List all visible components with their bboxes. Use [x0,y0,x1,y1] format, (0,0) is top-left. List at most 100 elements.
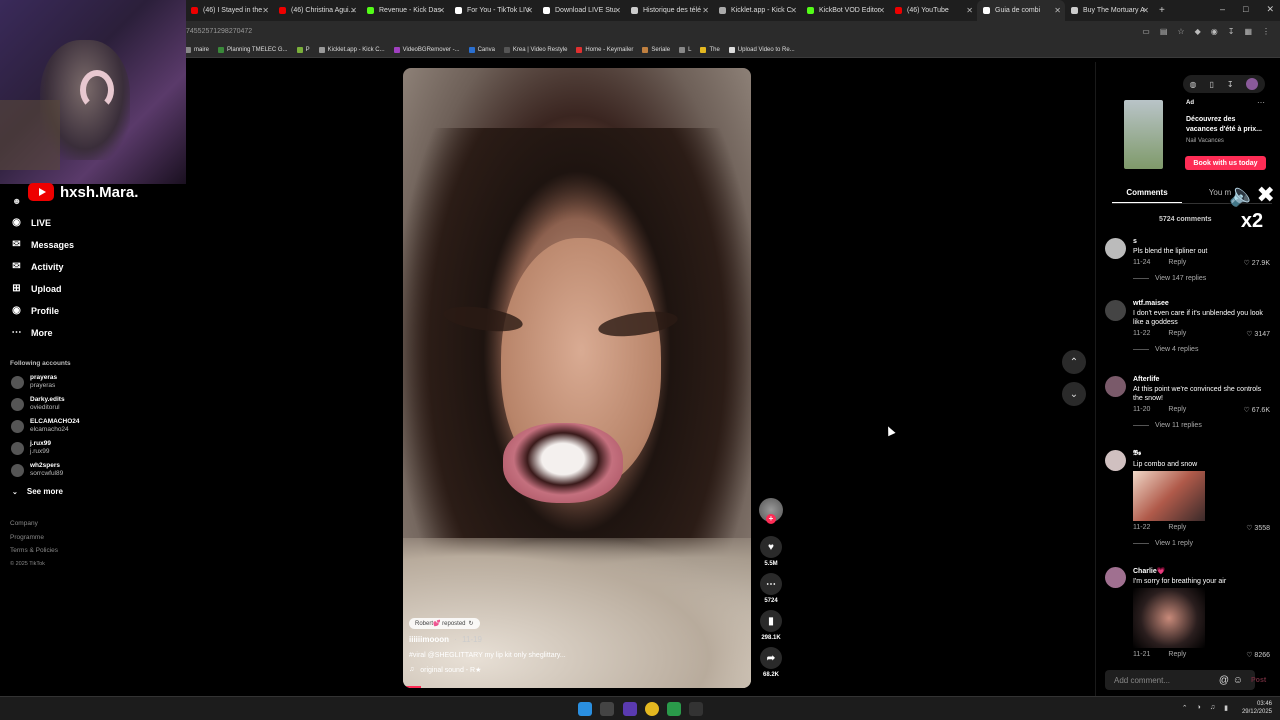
avatar[interactable] [1105,376,1126,397]
tab-close-icon[interactable]: ✕ [966,6,973,15]
tab-close-icon[interactable]: ✕ [1054,6,1061,15]
following-account[interactable]: wh2spers sorrcwful89 [11,462,63,478]
comment-like-button[interactable]: ♡ 3558 [1246,524,1270,532]
see-more-button[interactable]: ⌄ See more [12,487,63,496]
footer-link[interactable]: Company [10,520,38,527]
tray-chevron-icon[interactable]: ⌃ [1182,704,1188,712]
video-progress-bar[interactable] [403,686,421,688]
tab-close-icon[interactable]: ✕ [438,6,445,15]
battery-icon[interactable]: ▮ [1224,704,1228,712]
comment-user[interactable]: s [1133,238,1270,245]
browser-tab[interactable]: (46) Christina Agui... ✕ [273,0,361,21]
minimize-icon[interactable]: – [1220,4,1225,15]
bookmark-item[interactable]: Home - Keymailer [576,46,633,53]
tab-close-icon[interactable]: ✕ [1142,6,1149,15]
browser-tab[interactable]: (46) YouTube ✕ [889,0,977,21]
browser-tab[interactable]: (46) I Stayed in the ✕ [185,0,273,21]
avatar[interactable] [1105,567,1126,588]
comment-like-button[interactable]: ♡ 3147 [1246,330,1270,338]
comment-like-button[interactable]: ♡ 8266 [1246,651,1270,659]
reply-button[interactable]: Reply [1168,406,1186,413]
share-button[interactable]: ➦ [760,647,782,669]
comment-like-button[interactable]: ♡ 67.6K [1243,406,1270,414]
extension-icon[interactable]: ◉ [1211,27,1218,36]
browser-tab[interactable]: Buy The Mortuary A ✕ [1065,0,1153,21]
next-video-button[interactable]: ⌄ [1062,382,1086,406]
repost-badge[interactable]: Robert💕 reposted ↻ [409,618,480,629]
browser-tab[interactable]: Revenue - Kick Das ✕ [361,0,449,21]
menu-icon[interactable]: ⋮ [1262,27,1270,36]
browser-tab[interactable]: KickBot VOD Editor ✕ [801,0,889,21]
like-button[interactable]: ♥ [760,536,782,558]
bookmark-item[interactable]: Planning TMELEC G... [218,46,288,53]
comment-like-button[interactable]: ♡ 27.9K [1243,259,1270,267]
wifi-icon[interactable]: ◑ [1197,704,1201,712]
user-avatar[interactable] [1246,78,1259,90]
download-icon[interactable]: ↧ [1227,80,1234,89]
comment-button[interactable]: ⋯ [760,573,782,595]
bookmark-star-icon[interactable]: ☆ [1177,27,1184,36]
comment-image[interactable] [1133,588,1205,648]
compass-icon[interactable]: ◍ [1189,80,1196,89]
avatar[interactable] [1105,238,1126,259]
reply-button[interactable]: Reply [1168,330,1186,337]
tab-close-icon[interactable]: ✕ [262,6,269,15]
cast-icon[interactable]: ▭ [1142,27,1150,36]
ad-cta-button[interactable]: Book with us today [1185,156,1266,170]
mention-icon[interactable]: @ [1219,675,1229,686]
sidebar-item-messages[interactable]: ✉ Messages [10,238,74,251]
comment-user[interactable]: wtf.maisee [1133,300,1270,307]
bookmark-item[interactable]: VideoBGRemover -... [393,46,460,53]
browser-tab[interactable]: Kicklet.app - Kick C ✕ [713,0,801,21]
comment-image[interactable] [1133,471,1205,521]
bookmark-item[interactable]: P [296,46,310,53]
url-text[interactable]: 74552571298270472 [186,28,252,35]
follow-plus-icon[interactable]: + [766,514,776,524]
view-replies-button[interactable]: View 1 reply [1133,540,1270,547]
bookmark-item[interactable]: Canva [468,46,495,53]
file-explorer-icon[interactable] [600,702,614,716]
phone-icon[interactable]: ▯ [1209,80,1213,89]
bookmark-item[interactable]: The [700,46,720,53]
video-author[interactable]: iiiiiimooon [409,635,449,644]
post-button[interactable]: Post [1251,677,1266,684]
tab-comments[interactable]: Comments [1112,184,1182,204]
chrome-icon[interactable] [645,702,659,716]
sidebar-item-live[interactable]: ◉ LIVE [10,216,51,229]
downloads-icon[interactable]: ↧ [1228,27,1235,36]
new-tab-icon[interactable]: + [1159,5,1165,16]
tab-close-icon[interactable]: ✕ [350,6,357,15]
volume-icon[interactable]: ♫ [1210,704,1215,712]
previous-video-button[interactable]: ⌃ [1062,350,1086,374]
extension-shield-icon[interactable]: ◆ [1195,27,1201,36]
tab-close-icon[interactable]: ✕ [790,6,797,15]
bookmark-item[interactable]: L [679,46,691,53]
browser-tab[interactable]: Guia de combi ✕ [977,0,1065,21]
close-window-icon[interactable]: ✕ [1266,4,1274,15]
ad-more-icon[interactable]: ⋯ [1257,98,1265,107]
tab-close-icon[interactable]: ✕ [702,6,709,15]
reply-button[interactable]: Reply [1168,651,1186,658]
video-caption[interactable]: #viral @SHEGLITTARY my lip kit only sheg… [409,652,739,659]
reply-button[interactable]: Reply [1168,524,1186,531]
bookmark-item[interactable]: Kicklet.app - Kick C... [318,46,385,53]
translate-icon[interactable]: ▤ [1160,27,1168,36]
discord-icon[interactable] [623,702,637,716]
browser-tab[interactable]: Historique des télé ✕ [625,0,713,21]
ad-thumbnail[interactable] [1124,100,1163,169]
following-account[interactable]: prayeras prayeras [11,374,57,390]
sidebar-item-activity[interactable]: ✉ Activity [10,260,63,273]
obs-icon[interactable] [689,702,703,716]
bookmark-item[interactable]: Upload Video to Re... [728,46,795,53]
ad-title[interactable]: Découvrez des vacances d'été à prix... [1186,115,1268,135]
add-comment-input[interactable]: Add comment... @ ☺ [1105,670,1255,690]
bookmark-item[interactable]: Krea | Video Restyle [503,46,567,53]
following-icon[interactable]: ☻ [12,196,21,206]
author-avatar[interactable]: + [759,498,783,524]
reply-button[interactable]: Reply [1168,259,1186,266]
view-replies-button[interactable]: View 147 replies [1133,275,1270,282]
tab-close-icon[interactable]: ✕ [878,6,885,15]
sidebar-item-upload[interactable]: ⊞ Upload [10,282,61,295]
avatar[interactable] [1105,300,1126,321]
video-sound[interactable]: original sound - R★ [420,666,481,674]
